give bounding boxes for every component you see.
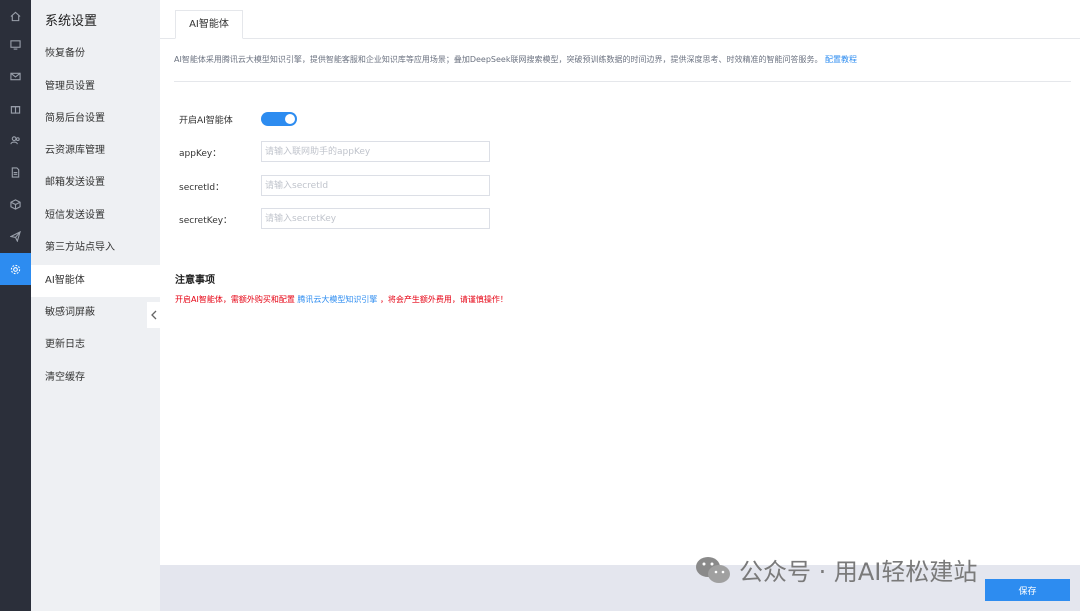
main-panel: AI智能体 AI智能体采用腾讯云大模型知识引擎，提供智能客服和企业知识库等应用场… bbox=[160, 0, 1080, 565]
tab-bar: AI智能体 bbox=[160, 0, 1080, 39]
mail-icon[interactable] bbox=[0, 60, 31, 92]
collapse-sidebar-button[interactable] bbox=[147, 302, 160, 328]
sidebar-item-restore-backup[interactable]: 恢复备份 bbox=[31, 38, 160, 70]
sidebar-item-changelog[interactable]: 更新日志 bbox=[31, 329, 160, 361]
knowledge-engine-link[interactable]: 腾讯云大模型知识引擎 bbox=[297, 295, 377, 304]
sidebar-item-clear-cache[interactable]: 清空缓存 bbox=[31, 362, 160, 394]
watermark: 公众号 · 用AI轻松建站 bbox=[695, 552, 977, 587]
divider bbox=[174, 81, 1071, 82]
appkey-label: appKey： bbox=[179, 149, 222, 159]
appkey-input[interactable] bbox=[261, 141, 490, 162]
settings-sidebar: 系统设置 恢复备份 管理员设置 简易后台设置 云资源库管理 邮箱发送设置 短信发… bbox=[31, 0, 160, 611]
sidebar-item-third-party-import[interactable]: 第三方站点导入 bbox=[31, 232, 160, 264]
file-icon[interactable] bbox=[0, 156, 31, 188]
box-icon[interactable] bbox=[0, 188, 31, 220]
notice-text-before: 开启AI智能体，需额外购买和配置 bbox=[175, 295, 295, 304]
gift-icon[interactable] bbox=[0, 92, 31, 124]
settings-icon[interactable] bbox=[0, 253, 31, 285]
enable-ai-label: 开启AI智能体 bbox=[179, 116, 233, 126]
chevron-left-icon bbox=[150, 310, 156, 320]
notice-text: 开启AI智能体，需额外购买和配置 腾讯云大模型知识引擎 ，将会产生额外费用，请谨… bbox=[175, 294, 508, 305]
sidebar-item-ai-agent[interactable]: AI智能体 bbox=[31, 265, 160, 297]
secretkey-input[interactable] bbox=[261, 208, 490, 229]
secretid-label: secretId： bbox=[179, 183, 225, 193]
secretkey-label: secretKey： bbox=[179, 216, 233, 226]
watermark-text: 公众号 · 用AI轻松建站 bbox=[739, 558, 978, 586]
config-tutorial-link[interactable]: 配置教程 bbox=[825, 55, 857, 64]
users-icon[interactable] bbox=[0, 124, 31, 156]
sidebar-item-simple-backend[interactable]: 简易后台设置 bbox=[31, 103, 160, 135]
sidebar-item-sensitive-words[interactable]: 敏感词屏蔽 bbox=[31, 297, 160, 329]
enable-ai-toggle[interactable] bbox=[261, 112, 297, 126]
tab-ai-agent[interactable]: AI智能体 bbox=[175, 10, 243, 39]
sidebar-title: 系统设置 bbox=[45, 14, 98, 29]
monitor-icon[interactable] bbox=[0, 28, 31, 60]
sidebar-item-email-settings[interactable]: 邮箱发送设置 bbox=[31, 167, 160, 199]
description-text: AI智能体采用腾讯云大模型知识引擎，提供智能客服和企业知识库等应用场景；叠加De… bbox=[174, 55, 823, 64]
toggle-knob bbox=[285, 114, 295, 124]
wechat-icon bbox=[696, 556, 730, 583]
icon-bar bbox=[0, 0, 31, 611]
send-icon[interactable] bbox=[0, 220, 31, 252]
sidebar-item-admin-settings[interactable]: 管理员设置 bbox=[31, 71, 160, 103]
notice-title: 注意事项 bbox=[175, 275, 215, 286]
save-button[interactable]: 保存 bbox=[985, 579, 1070, 601]
sidebar-item-cloud-resources[interactable]: 云资源库管理 bbox=[31, 135, 160, 167]
secretid-input[interactable] bbox=[261, 175, 490, 196]
notice-text-after: ，将会产生额外费用，请谨慎操作！ bbox=[379, 295, 508, 304]
description: AI智能体采用腾讯云大模型知识引擎，提供智能客服和企业知识库等应用场景；叠加De… bbox=[174, 54, 1074, 65]
sidebar-item-sms-settings[interactable]: 短信发送设置 bbox=[31, 200, 160, 232]
